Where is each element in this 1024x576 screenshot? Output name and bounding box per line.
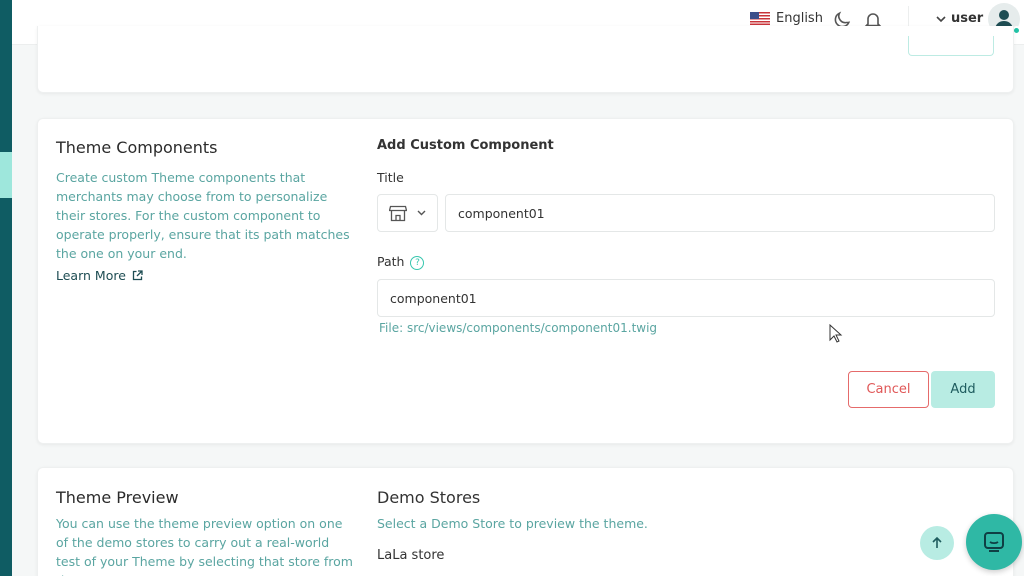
chat-button[interactable] — [966, 514, 1022, 570]
us-flag-icon — [750, 12, 770, 25]
theme-preview-card: Theme Preview You can use the theme prev… — [37, 467, 1014, 576]
preview-description: You can use the theme preview option on … — [56, 516, 353, 576]
learn-more-label: Learn More — [56, 268, 126, 283]
section-description: Create custom Theme components that merc… — [56, 170, 350, 261]
preview-title: Theme Preview — [56, 488, 179, 507]
path-input[interactable]: component01 — [377, 279, 995, 317]
store-name[interactable]: LaLa store — [377, 548, 444, 563]
form-title: Add Custom Component — [377, 138, 554, 153]
language-selector[interactable]: English — [750, 11, 823, 26]
theme-components-card: Theme Components Create custom Theme com… — [37, 118, 1014, 444]
previous-section-button[interactable] — [908, 36, 994, 56]
add-button[interactable]: Add — [931, 371, 995, 408]
section-title: Theme Components — [56, 138, 218, 157]
user-menu[interactable]: user — [936, 11, 983, 26]
title-label: Title — [377, 170, 404, 185]
language-label: English — [776, 11, 823, 26]
path-label-row: Path? — [377, 254, 425, 270]
external-link-icon — [132, 270, 143, 281]
chevron-down-icon — [936, 15, 946, 22]
chat-icon — [984, 532, 1004, 552]
username: user — [951, 11, 984, 26]
demo-stores-subtitle: Select a Demo Store to preview the theme… — [377, 516, 648, 531]
learn-more-link[interactable]: Learn More — [56, 268, 143, 283]
sidebar — [0, 0, 12, 576]
path-label: Path — [377, 254, 405, 269]
title-input[interactable]: component01 — [445, 194, 995, 232]
chevron-down-icon — [417, 210, 426, 216]
previous-section-card — [37, 26, 1014, 93]
scroll-top-button[interactable] — [920, 526, 954, 560]
help-icon[interactable]: ? — [410, 255, 425, 270]
mouse-cursor-icon — [829, 324, 843, 343]
store-icon — [389, 205, 407, 221]
file-path-hint: File: src/views/components/component01.t… — [379, 321, 658, 335]
component-icon-select[interactable] — [377, 194, 438, 232]
cancel-button[interactable]: Cancel — [848, 371, 929, 408]
demo-stores-title: Demo Stores — [377, 488, 481, 507]
arrow-up-icon — [932, 536, 942, 548]
sidebar-active-indicator[interactable] — [0, 152, 12, 198]
